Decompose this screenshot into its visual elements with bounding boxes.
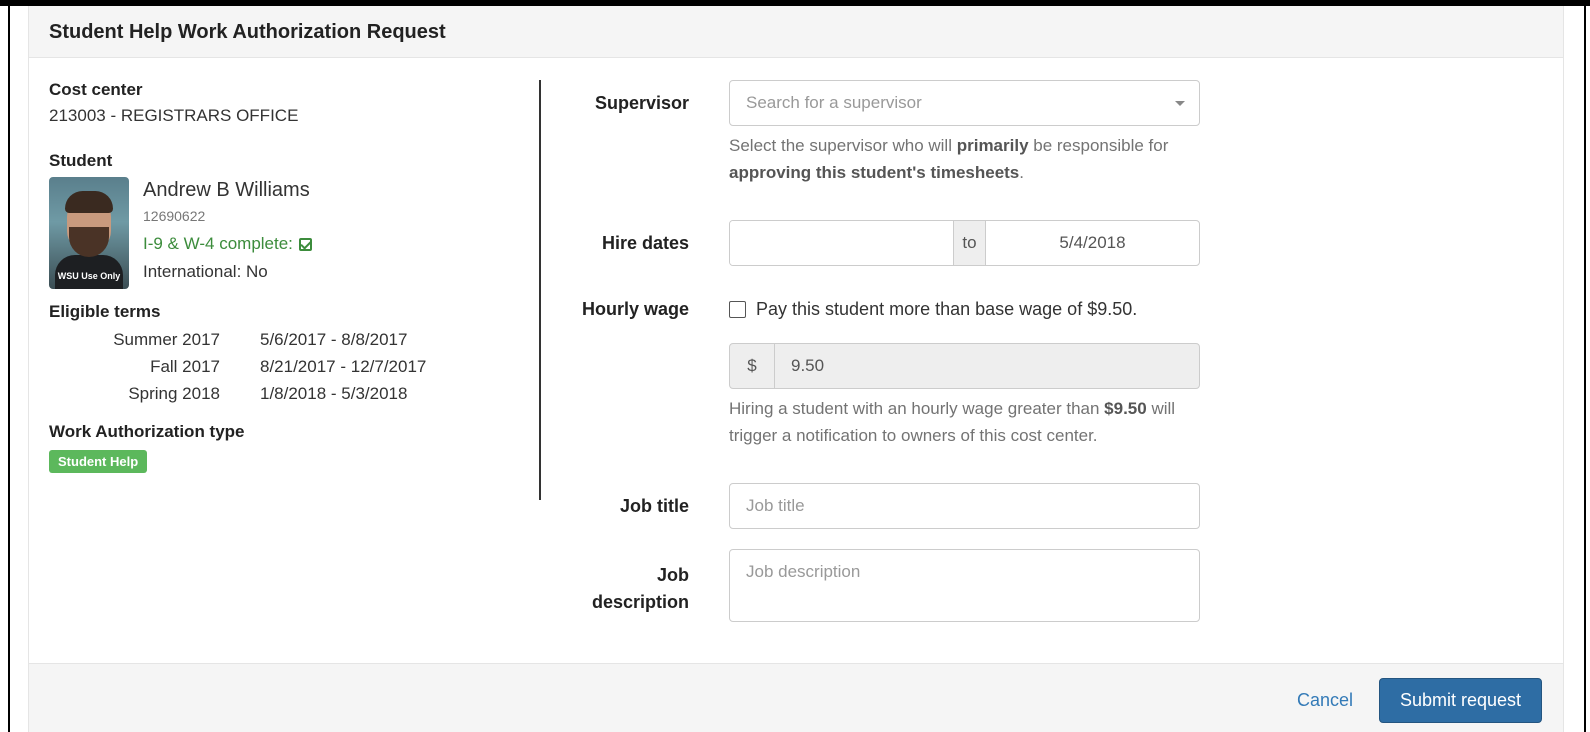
work-authorization-section: Work Authorization type Student Help: [49, 422, 245, 473]
hourly-wage-input: 9.50: [791, 356, 825, 375]
hourly-wage-label: Hourly wage: [581, 299, 689, 319]
work-authorization-modal: Student Help Work Authorization Request …: [28, 6, 1564, 732]
supervisor-placeholder: Search for a supervisor: [746, 93, 922, 112]
student-name: Andrew B Williams: [143, 179, 310, 201]
international-status: International: No: [143, 262, 268, 281]
cost-center-section: Cost center 213003 - REGISTRARS OFFICE: [49, 80, 539, 126]
modal-header: Student Help Work Authorization Request: [29, 6, 1563, 58]
i9-w4-status: I-9 & W-4 complete:: [143, 234, 312, 254]
student-card: WSU Use Only Andrew B Williams 12690622 …: [49, 177, 312, 289]
check-square-icon: [298, 237, 312, 251]
frame-right-border: [1584, 0, 1586, 732]
supervisor-help-text: Select the supervisor who will primarily…: [729, 136, 1169, 182]
pay-more-checkbox[interactable]: [729, 301, 746, 318]
hire-dates-range: to 5/4/2018: [729, 220, 1200, 266]
cost-center-value: 213003 - REGISTRARS OFFICE: [49, 106, 299, 125]
supervisor-label: Supervisor: [594, 93, 689, 113]
chevron-down-icon: [1175, 101, 1185, 106]
term-dates: 1/8/2018 - 5/3/2018: [260, 384, 408, 403]
supervisor-select[interactable]: Search for a supervisor: [729, 80, 1200, 126]
term-name: Fall 2017: [150, 357, 220, 376]
modal-footer: Cancel Submit request: [29, 663, 1563, 732]
student-info: Andrew B Williams 12690622 I-9 & W-4 com…: [143, 177, 312, 289]
date-range-separator: to: [953, 221, 986, 265]
cancel-link[interactable]: Cancel: [1297, 690, 1353, 711]
job-title-input[interactable]: Job title: [729, 483, 1200, 529]
job-description-label: Job description: [591, 565, 689, 612]
photo-watermark: WSU Use Only: [57, 271, 121, 281]
submit-request-button[interactable]: Submit request: [1379, 678, 1542, 723]
work-authorization-label: Work Authorization type: [49, 422, 245, 441]
eligible-terms-section: Eligible terms Summer 2017 5/6/2017 - 8/…: [49, 302, 426, 407]
hire-end-date-input[interactable]: 5/4/2018: [986, 221, 1199, 265]
student-section: Student WSU Use Only Andrew B Williams 1…: [49, 151, 312, 289]
job-title-label: Job title: [619, 496, 689, 516]
job-description-textarea[interactable]: Job description: [729, 549, 1200, 622]
cost-center-label: Cost center: [49, 80, 143, 99]
eligible-terms-list: Summer 2017 5/6/2017 - 8/8/2017 Fall 201…: [49, 326, 426, 407]
hire-start-date-input[interactable]: [730, 221, 953, 265]
i9-w4-status-text: I-9 & W-4 complete:: [143, 234, 293, 253]
frame-left-border: [8, 0, 10, 732]
hire-dates-label: Hire dates: [601, 233, 689, 253]
work-authorization-badge: Student Help: [49, 450, 148, 473]
term-dates: 5/6/2017 - 8/8/2017: [260, 330, 408, 349]
hourly-wage-help-text: Hiring a student with an hourly wage gre…: [729, 399, 1176, 445]
eligible-terms-label: Eligible terms: [49, 302, 161, 321]
student-id: 12690622: [143, 208, 206, 224]
pay-more-checkbox-row[interactable]: Pay this student more than base wage of …: [729, 299, 1137, 320]
pay-more-checkbox-label: Pay this student more than base wage of …: [756, 299, 1138, 319]
term-name: Summer 2017: [113, 330, 220, 349]
modal-title: Student Help Work Authorization Request: [49, 21, 446, 43]
term-name: Spring 2018: [128, 384, 220, 403]
currency-addon: $: [730, 344, 775, 388]
student-label: Student: [49, 151, 113, 170]
term-row: Spring 2018 1/8/2018 - 5/3/2018: [49, 380, 426, 407]
column-divider: [539, 80, 541, 500]
term-dates: 8/21/2017 - 12/7/2017: [260, 357, 427, 376]
student-photo: WSU Use Only: [49, 177, 129, 289]
hourly-wage-field: $ 9.50: [729, 343, 1200, 389]
term-row: Fall 2017 8/21/2017 - 12/7/2017: [49, 353, 426, 380]
term-row: Summer 2017 5/6/2017 - 8/8/2017: [49, 326, 426, 353]
